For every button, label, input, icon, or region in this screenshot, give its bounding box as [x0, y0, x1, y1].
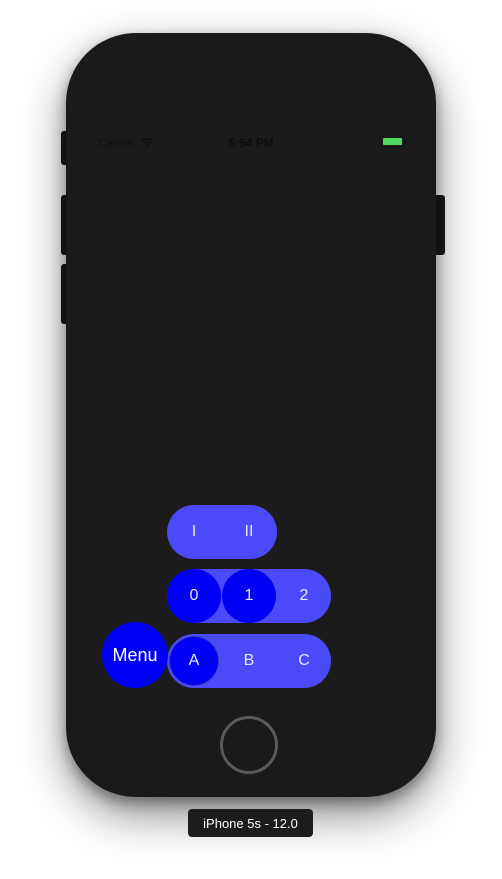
segment-label: I: [191, 523, 197, 540]
home-button[interactable]: [220, 716, 278, 774]
battery-icon: [383, 138, 406, 145]
device-screen: Carrier 5:54 PM I II 0 1 2 A B C Menu: [91, 132, 411, 698]
segment-label: C: [298, 652, 310, 669]
segment-label: II: [244, 523, 254, 540]
menu-button-label: Menu: [112, 644, 158, 665]
battery-level: [383, 138, 402, 145]
segment-number-1[interactable]: 1: [222, 569, 276, 623]
segment-label: 0: [189, 587, 199, 604]
segment-roman-i[interactable]: I: [167, 505, 221, 559]
segment-letter-b[interactable]: B: [222, 634, 276, 688]
simulator-stage: Carrier 5:54 PM I II 0 1 2 A B C Menu iP…: [0, 0, 502, 879]
segment-label: 2: [299, 587, 309, 604]
segment-label: 1: [244, 587, 254, 604]
segment-label: B: [243, 652, 255, 669]
menu-button[interactable]: Menu: [102, 622, 168, 688]
segment-number-2[interactable]: 2: [277, 569, 331, 623]
battery-tip: [404, 139, 406, 144]
status-bar: Carrier 5:54 PM: [91, 132, 411, 152]
segment-letter-c[interactable]: C: [277, 634, 331, 688]
segment-roman-ii[interactable]: II: [222, 505, 276, 559]
status-time: 5:54 PM: [228, 136, 274, 150]
segment-number-0[interactable]: 0: [167, 569, 221, 623]
segment-letter-a[interactable]: A: [167, 634, 221, 688]
simulator-device-label: iPhone 5s - 12.0: [188, 809, 313, 837]
segment-label: A: [188, 652, 200, 669]
